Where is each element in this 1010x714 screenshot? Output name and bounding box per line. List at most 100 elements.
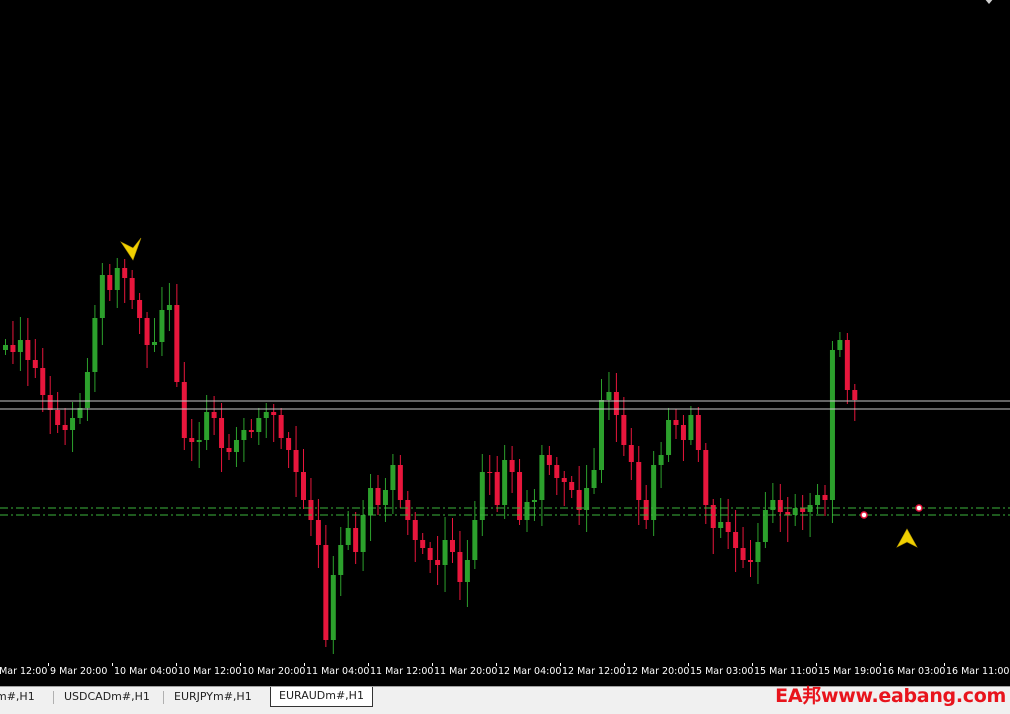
- candle-body: [680, 425, 686, 440]
- candle-body: [144, 318, 150, 345]
- candlestick-chart[interactable]: [0, 0, 1010, 662]
- candle-body: [189, 438, 195, 442]
- time-tick: [560, 663, 561, 666]
- time-axis-label: 10 Mar 12:00: [178, 666, 242, 677]
- candle-body: [509, 460, 515, 472]
- candle-body: [204, 412, 210, 440]
- candle-body: [666, 420, 672, 455]
- candle-body: [815, 495, 821, 505]
- chart-tab[interactable]: EURJPYm#,H1: [166, 688, 260, 706]
- candle-body: [479, 472, 485, 520]
- time-tick: [304, 663, 305, 666]
- candle-body: [420, 540, 426, 548]
- sell-signal-arrow-icon[interactable]: [120, 237, 142, 261]
- time-tick: [880, 663, 881, 666]
- candle-body: [152, 342, 157, 345]
- candle-body: [84, 372, 90, 408]
- candle-body: [450, 540, 455, 552]
- candles-group: [3, 258, 858, 654]
- buy-signal-arrow-icon[interactable]: [896, 528, 918, 548]
- candle-body: [822, 495, 828, 500]
- candle-body: [293, 450, 299, 472]
- candle-body: [539, 455, 545, 500]
- watermark-text: EA邦www.eabang.com: [775, 685, 1006, 707]
- candle-body: [502, 460, 508, 505]
- time-tick: [176, 663, 177, 666]
- candle-body: [382, 490, 388, 505]
- candle-body: [286, 438, 292, 450]
- time-tick: [816, 663, 817, 666]
- time-tick: [624, 663, 625, 666]
- candle-body: [725, 522, 731, 532]
- candle-body: [546, 455, 552, 465]
- time-axis-label: 11 Mar 12:00: [370, 666, 434, 677]
- candle-body: [271, 412, 277, 415]
- candle-body: [129, 278, 135, 300]
- candle-body: [3, 345, 8, 350]
- candle-body: [330, 575, 336, 640]
- time-tick: [112, 663, 113, 666]
- trade-marker-icon[interactable]: [860, 511, 868, 519]
- candle-body: [636, 462, 642, 500]
- candle-body: [613, 392, 619, 415]
- candle-body: [740, 548, 746, 560]
- time-tick: [48, 663, 49, 666]
- candle-body: [472, 520, 478, 560]
- candle-body: [435, 560, 441, 565]
- candle-body: [442, 540, 448, 565]
- candle-body: [606, 392, 612, 400]
- candle-body: [360, 515, 366, 552]
- candle-body: [368, 488, 374, 515]
- candle-body: [561, 478, 567, 482]
- candle-body: [569, 482, 575, 490]
- chart-tab[interactable]: EURAUDm#,H1: [270, 687, 373, 707]
- candle-body: [584, 488, 590, 510]
- time-axis-label: 16 Mar 03:00: [882, 666, 946, 677]
- scroll-arrow-icon[interactable]: [984, 0, 994, 4]
- candle-body: [40, 368, 46, 395]
- time-axis-label: 12 Mar 04:00: [498, 666, 562, 677]
- candle-body: [852, 390, 858, 400]
- candle-body: [673, 420, 679, 425]
- candle-body: [829, 350, 835, 500]
- time-axis-label: 10 Mar 04:00: [114, 666, 178, 677]
- time-tick: [688, 663, 689, 666]
- candle-body: [308, 500, 314, 520]
- candle-body: [25, 340, 31, 360]
- price-chart[interactable]: [0, 0, 1010, 662]
- time-axis-label: 11 Mar 04:00: [306, 666, 370, 677]
- candle-body: [315, 520, 321, 545]
- time-axis-label: 11 Mar 20:00: [434, 666, 498, 677]
- candle-body: [628, 445, 634, 462]
- candle-body: [99, 275, 105, 318]
- candle-body: [47, 395, 53, 410]
- trade-marker-icon[interactable]: [915, 504, 923, 512]
- candle-body: [263, 412, 269, 418]
- candle-body: [643, 500, 649, 520]
- candle-body: [62, 425, 68, 430]
- time-axis-label: 9 Mar 20:00: [50, 666, 108, 677]
- candle-body: [107, 275, 113, 290]
- time-axis-label: 15 Mar 11:00: [754, 666, 818, 677]
- candle-body: [591, 470, 597, 488]
- time-tick: [432, 663, 433, 666]
- time-tick: [368, 663, 369, 666]
- candle-body: [10, 345, 16, 352]
- time-axis-label: 15 Mar 03:00: [690, 666, 754, 677]
- candle-body: [457, 552, 463, 582]
- candle-body: [651, 465, 657, 520]
- candle-body: [159, 310, 165, 342]
- candle-body: [55, 410, 61, 425]
- candle-body: [703, 450, 709, 505]
- candle-body: [621, 415, 627, 445]
- candle-body: [174, 305, 180, 382]
- tab-separator: [163, 691, 164, 704]
- chart-tab[interactable]: USDCADm#,H1: [56, 688, 158, 706]
- candle-body: [323, 545, 329, 640]
- candle-body: [792, 508, 798, 515]
- candle-body: [487, 472, 493, 473]
- time-tick: [240, 663, 241, 666]
- time-axis-label: 12 Mar 20:00: [626, 666, 690, 677]
- candle-body: [256, 418, 262, 432]
- chart-tab[interactable]: m#,H1: [0, 688, 43, 706]
